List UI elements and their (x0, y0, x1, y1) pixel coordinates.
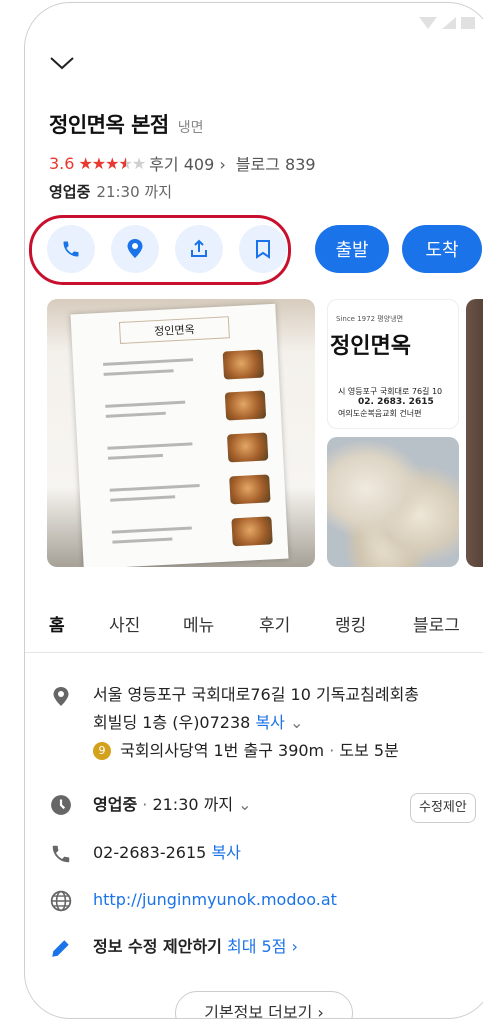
bookmark-button[interactable] (239, 225, 287, 273)
open-status-detail: 영업중 (93, 795, 138, 814)
chevron-down-icon[interactable]: ⌄ (290, 713, 303, 732)
blog-link[interactable]: 블로그 839 (236, 151, 316, 175)
menu-text-line (111, 526, 192, 534)
sign-name-text: 정인면옥 (330, 333, 411, 359)
more-info-label: 기본정보 더보기 (204, 1003, 313, 1019)
walk-text: 도보 5분 (339, 741, 399, 760)
menu-dish-image (222, 349, 265, 380)
separator: · (329, 741, 340, 760)
battery-icon (461, 17, 475, 29)
more-info-button[interactable]: 기본정보 더보기 › (175, 991, 353, 1019)
tab-blog[interactable]: 블로그 (413, 611, 460, 636)
menu-dish-image (226, 432, 269, 463)
subway-text: 국회의사당역 1번 출구 390m (120, 741, 325, 760)
subway-info: 9 국회의사당역 1번 출구 390m · 도보 5분 (93, 737, 419, 765)
edit-suggestion-link[interactable]: 정보 수정 제안하기 최대 5점 › (93, 933, 298, 961)
next-photo[interactable] (466, 299, 483, 567)
phone-number[interactable]: 02-2683-2615 (93, 843, 206, 862)
sign-address-line: 시 영등포구 국회대로 76길 10 (338, 387, 443, 396)
menu-text-line (103, 358, 194, 366)
chevron-down-icon[interactable]: ⌄ (238, 795, 251, 814)
phone-icon (52, 845, 70, 863)
tab-ranking[interactable]: 랭킹 (335, 611, 366, 636)
title-row: 정인면옥 본점 냉면 (49, 109, 204, 139)
copy-phone-button[interactable]: 복사 (211, 843, 240, 862)
address-block: 서울 영등포구 국회대로76길 10 기독교침례회총 회빌딩 1층 (우)072… (93, 681, 419, 765)
hours-row: 영업중 21:30 까지 (49, 181, 172, 202)
menu-text-line (103, 369, 174, 376)
menu-photo[interactable]: 정인면옥 (47, 299, 315, 567)
blog-count: 839 (285, 155, 316, 174)
call-button[interactable] (47, 225, 95, 273)
hours-info[interactable]: 영업중 · 21:30 까지 ⌄ (93, 791, 252, 819)
menu-card-image: 정인면옥 (70, 303, 289, 567)
website-link[interactable]: http://junginmyunok.modoo.at (93, 886, 337, 914)
menu-card-header: 정인면옥 (118, 316, 230, 344)
suggest-edit-button[interactable]: 수정제안 (410, 793, 476, 823)
tab-menu[interactable]: 메뉴 (183, 611, 214, 636)
edit-reward: 최대 5점 (227, 937, 287, 956)
sign-phone-line: 02. 2683. 2615 (358, 397, 434, 407)
edit-label: 정보 수정 제안하기 (93, 937, 222, 956)
dumpling-photo[interactable] (327, 437, 459, 567)
sign-photo[interactable]: Since 1972 평양냉면 정인면옥 시 영등포구 국회대로 76길 10 … (327, 299, 459, 429)
share-icon (191, 239, 207, 257)
menu-text-line (112, 537, 173, 544)
share-button[interactable] (175, 225, 223, 273)
chevron-right-icon: › (291, 937, 298, 956)
review-label: 후기 (149, 155, 179, 174)
menu-text-line (105, 411, 166, 418)
menu-dish-image (224, 390, 267, 421)
place-name: 정인면옥 본점 (49, 113, 169, 137)
menu-text-line (109, 484, 200, 492)
tab-photos[interactable]: 사진 (109, 611, 140, 636)
globe-icon (50, 890, 72, 912)
address-line-2: 회빌딩 1층 (우)07238 복사 ⌄ (93, 709, 419, 737)
bookmark-icon (256, 240, 270, 259)
open-status: 영업중 (49, 183, 91, 201)
rating-row: 3.6 ★★★★★★ 후기 409 › 블로그 839 (49, 151, 316, 175)
subway-line-badge: 9 (93, 742, 111, 760)
location-pin-icon (127, 239, 143, 258)
menu-text-line (105, 400, 186, 408)
phone-info: 02-2683-2615 복사 (93, 839, 241, 867)
save-place-button[interactable] (111, 225, 159, 273)
menu-text-line (110, 495, 176, 502)
star-rating-icon: ★★★★★★ (78, 153, 146, 173)
tab-bar: 홈 사진 메뉴 후기 랭킹 블로그 (25, 601, 483, 653)
photo-strip: 정인면옥 Since 1972 평양냉면 정인면옥 시 영등포구 국회대로 76… (47, 299, 483, 571)
blog-label: 블로그 (235, 155, 280, 174)
tab-reviews[interactable]: 후기 (259, 611, 290, 636)
place-category: 냉면 (177, 120, 204, 136)
location-pin-icon (53, 687, 69, 706)
menu-text-line (107, 442, 193, 450)
menu-text-line (107, 453, 164, 460)
review-link[interactable]: 후기 409 › (149, 151, 226, 175)
wifi-icon (419, 17, 437, 29)
signal-icon (442, 17, 456, 29)
clock-icon (51, 795, 71, 815)
pencil-icon (52, 940, 69, 957)
sign-since-text: Since 1972 평양냉면 (336, 315, 404, 323)
sign-info-text: 시 영등포구 국회대로 76길 10 02. 2683. 2615 여의도순복음… (338, 386, 442, 419)
address-text: 회빌딩 1층 (우)07238 (93, 713, 251, 732)
menu-dish-image (229, 474, 271, 505)
hours-text: 21:30 까지 (152, 795, 234, 814)
copy-address-button[interactable]: 복사 (255, 713, 284, 732)
close-time: 21:30 까지 (96, 183, 173, 201)
phone-frame: 정인면옥 본점 냉면 3.6 ★★★★★★ 후기 409 › 블로그 839 영… (24, 2, 483, 1019)
review-count: 409 (183, 155, 215, 174)
action-buttons (47, 225, 287, 273)
address-line-1: 서울 영등포구 국회대로76길 10 기독교침례회총 (93, 685, 420, 704)
rating-score: 3.6 (49, 153, 75, 173)
menu-dish-image (231, 516, 273, 547)
sign-address-line-2: 여의도순복음교회 건너편 (338, 409, 422, 418)
chevron-down-icon[interactable] (49, 55, 75, 71)
status-bar (419, 17, 475, 29)
arrive-button[interactable]: 도착 (402, 225, 482, 273)
tab-home[interactable]: 홈 (49, 611, 65, 636)
phone-icon (63, 241, 79, 257)
depart-button[interactable]: 출발 (315, 225, 389, 273)
